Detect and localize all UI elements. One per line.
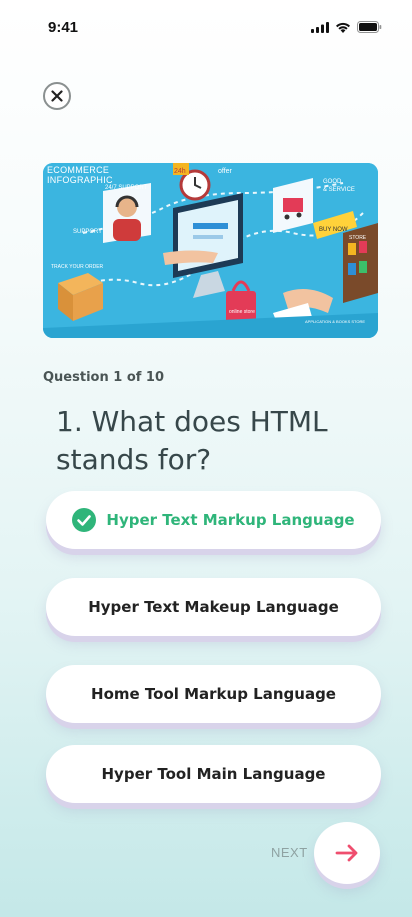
check-circle-icon <box>72 508 97 532</box>
signal-icon <box>311 21 329 33</box>
answer-option-4[interactable]: Hyper Tool Main Language <box>46 745 381 803</box>
status-bar: 9:41 <box>0 0 412 56</box>
wifi-icon <box>336 22 350 33</box>
hero-label-good: GOOD <box>323 179 342 185</box>
hero-illustration: 24/7 SUPPORT 24h offer GOOD & SERVICE BU… <box>43 163 378 338</box>
question-title: 1. What does HTML stands for? <box>56 405 328 476</box>
answer-label: Hyper Text Markup Language <box>106 511 355 529</box>
hero-label-24h: 24h <box>174 168 186 175</box>
hero-label-app: APPLICATION & BOOKS STORE <box>305 319 365 324</box>
close-icon <box>51 90 63 102</box>
answer-label: Home Tool Markup Language <box>91 685 336 703</box>
hero-label-support: 24/7 SUPPORT <box>105 185 148 191</box>
hero-label-online: online store <box>229 309 255 315</box>
next-label[interactable]: NEXT <box>271 845 308 860</box>
status-time: 9:41 <box>48 19 79 36</box>
ecommerce-illustration: 24/7 SUPPORT 24h offer GOOD & SERVICE BU… <box>43 163 378 338</box>
next-button[interactable] <box>314 822 380 884</box>
battery-icon <box>357 21 382 33</box>
hero-label-support-side: SUPPORT <box>73 229 102 235</box>
hero-caption-line1: ECOMMERCE <box>47 165 110 175</box>
hero-label-track: TRACK YOUR ORDER <box>51 264 104 270</box>
hero-caption: ECOMMERCE INFOGRAPHIC <box>47 165 113 185</box>
hero-caption-line2: INFOGRAPHIC <box>47 175 113 185</box>
hero-label-service: & SERVICE <box>323 187 355 193</box>
answer-option-3[interactable]: Home Tool Markup Language <box>46 665 381 723</box>
answer-option-2[interactable]: Hyper Text Makeup Language <box>46 578 381 636</box>
question-count: Question 1 of 10 <box>43 370 165 385</box>
answer-option-1[interactable]: Hyper Text Markup Language <box>46 491 381 549</box>
answer-label: Hyper Text Makeup Language <box>88 598 339 616</box>
hero-label-buy-now: BUY NOW <box>319 227 348 233</box>
status-icons <box>311 21 382 33</box>
hero-label-store: STORE <box>349 235 367 241</box>
close-button[interactable] <box>43 82 71 110</box>
hero-label-offer: offer <box>218 168 233 175</box>
arrow-right-icon <box>335 844 358 862</box>
answer-label: Hyper Tool Main Language <box>101 765 326 783</box>
